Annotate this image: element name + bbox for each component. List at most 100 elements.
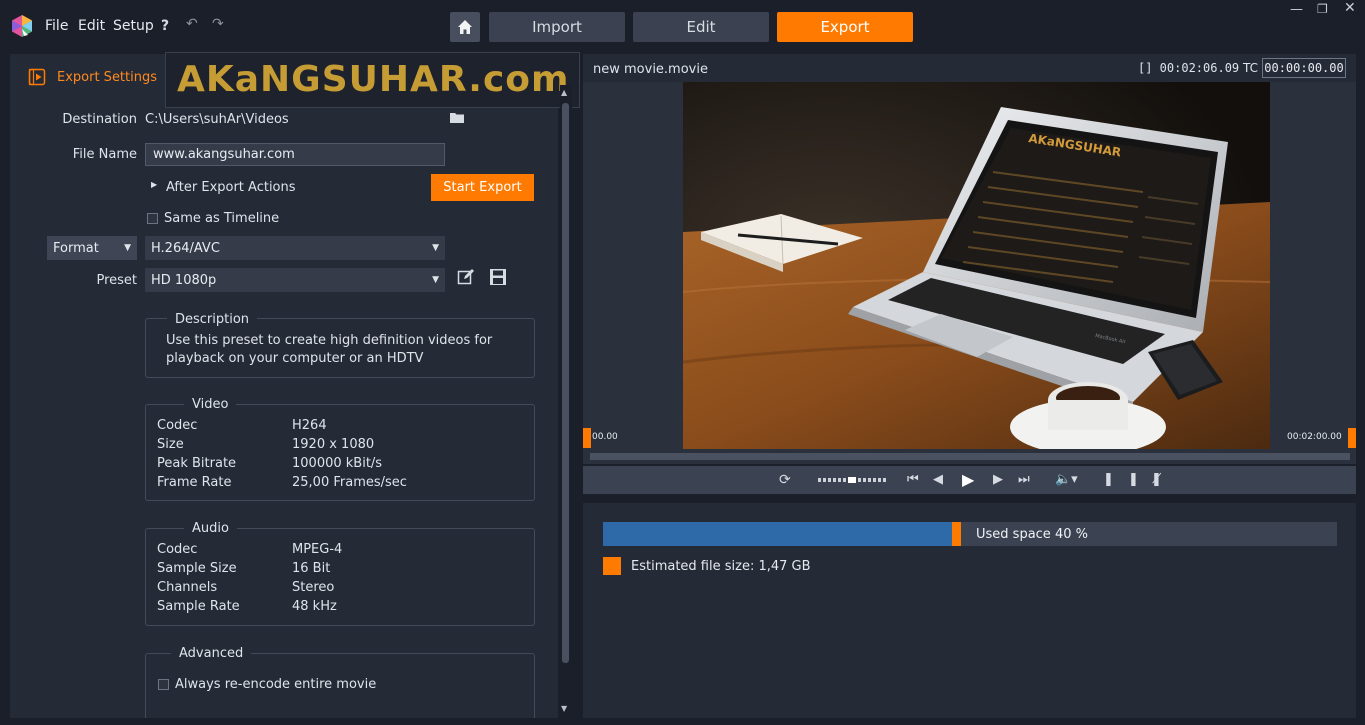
audio-title: Audio [184, 521, 237, 536]
home-icon [458, 20, 472, 34]
after-export-actions[interactable]: After Export Actions [166, 180, 296, 195]
watermark-text: AKaNGSUHAR.com [177, 59, 570, 100]
audio-samplerate-key: Sample Rate [157, 599, 240, 614]
export-settings-title: Export Settings [57, 70, 158, 85]
chevron-down-icon: ▼ [432, 243, 439, 253]
scroll-down-icon[interactable]: ▼ [561, 704, 567, 713]
video-preview: AKaNGSUHAR MacBook Air [683, 82, 1270, 449]
used-space-fill [603, 522, 952, 546]
scrub-start-time: 00.00 [592, 432, 618, 442]
step-back-icon[interactable]: ◀ [933, 472, 946, 487]
tab-import[interactable]: Import [489, 12, 625, 42]
preset-select[interactable]: HD 1080p ▼ [145, 268, 445, 292]
export-settings-icon [28, 68, 46, 86]
audio-keys: Codec Sample Size Channels Sample Rate [157, 540, 240, 616]
shuttle-jog-slider[interactable] [818, 476, 888, 484]
used-space-marker [952, 522, 961, 546]
scrub-end-marker[interactable] [1348, 428, 1356, 448]
folder-icon[interactable] [450, 112, 465, 124]
format-value: H.264/AVC [151, 240, 220, 256]
video-framerate-key: Frame Rate [157, 475, 232, 490]
clear-marks-icon[interactable]: ❚̸ [1151, 472, 1162, 487]
same-as-timeline-checkbox[interactable] [147, 213, 158, 224]
step-forward-icon[interactable]: ▶ [993, 472, 1003, 487]
audio-samplesize-value: 16 Bit [292, 561, 331, 576]
mark-out-icon[interactable]: ❚ [1128, 472, 1139, 487]
home-button[interactable] [450, 12, 480, 42]
left-panel-scrollbar[interactable]: ▲ ▼ [560, 85, 572, 718]
description-line-1: Use this preset to create high definitio… [166, 333, 493, 348]
description-title: Description [167, 312, 258, 327]
video-bitrate-key: Peak Bitrate [157, 456, 237, 471]
video-values: H264 1920 x 1080 100000 kBit/s 25,00 Fra… [292, 416, 407, 492]
movie-duration: [] 00:02:06.09 [1138, 61, 1240, 75]
audio-channels-value: Stereo [292, 580, 335, 595]
expand-arrow-icon[interactable]: ▶ [151, 180, 157, 189]
export-settings-panel: Export Settings Destination C:\Users\suh… [10, 54, 558, 718]
video-size-value: 1920 x 1080 [292, 437, 375, 452]
estimated-file-size: Estimated file size: 1,47 GB [631, 559, 811, 574]
play-icon[interactable]: ▶ [962, 470, 974, 489]
watermark-box: AKaNGSUHAR.com [165, 52, 580, 108]
tab-edit[interactable]: Edit [633, 12, 769, 42]
preview-header: new movie.movie [] 00:02:06.09 TC 00:00:… [583, 54, 1356, 82]
used-space-label: Used space 40 % [976, 527, 1088, 542]
video-codec-value: H264 [292, 418, 327, 433]
edit-preset-icon[interactable] [457, 268, 475, 286]
format-select[interactable]: H.264/AVC ▼ [145, 236, 445, 260]
scrollbar-thumb[interactable] [562, 103, 569, 663]
menu-file[interactable]: File [45, 18, 68, 34]
estimate-swatch [603, 557, 621, 575]
reencode-label: Always re-encode entire movie [175, 677, 377, 692]
loop-icon[interactable]: ⟳ [779, 472, 791, 488]
menu-setup[interactable]: Setup [113, 18, 154, 34]
used-space-bar: Used space 40 % [603, 522, 1337, 546]
audio-samplerate-value: 48 kHz [292, 599, 337, 614]
destination-value[interactable]: C:\Users\suhAr\Videos [145, 112, 289, 127]
video-codec-key: Codec [157, 418, 198, 433]
menu-edit[interactable]: Edit [78, 18, 105, 34]
go-to-end-icon[interactable]: ⏭ [1018, 472, 1030, 487]
same-as-timeline-label: Same as Timeline [164, 211, 280, 226]
chevron-down-icon: ▼ [432, 275, 439, 285]
advanced-title: Advanced [171, 646, 252, 661]
save-preset-icon[interactable] [489, 268, 507, 286]
video-size-key: Size [157, 437, 184, 452]
timeline-scrubber[interactable] [590, 453, 1350, 460]
chevron-down-icon: ▼ [124, 243, 131, 253]
scroll-up-icon[interactable]: ▲ [561, 88, 567, 97]
audio-samplesize-key: Sample Size [157, 561, 237, 576]
redo-icon[interactable]: ↷ [212, 16, 224, 32]
scrub-start-marker[interactable] [583, 428, 591, 448]
filename-input[interactable]: www.akangsuhar.com [145, 143, 445, 166]
video-keys: Codec Size Peak Bitrate Frame Rate [157, 416, 236, 492]
undo-icon[interactable]: ↶ [186, 16, 198, 32]
app-logo-icon [12, 15, 32, 37]
timecode-label: TC [1243, 61, 1259, 75]
maximize-icon[interactable]: ❐ [1317, 2, 1328, 16]
volume-icon[interactable]: 🔈▾ [1055, 472, 1078, 487]
format-label: Format [53, 240, 99, 256]
video-title: Video [184, 397, 237, 412]
audio-channels-key: Channels [157, 580, 218, 595]
timecode-field[interactable]: 00:00:00.00 [1262, 58, 1346, 78]
go-to-start-icon[interactable]: ⏮ [907, 472, 919, 487]
filename-label: File Name [72, 147, 137, 162]
audio-codec-value: MPEG-4 [292, 542, 343, 557]
preset-label: Preset [96, 273, 137, 288]
format-dropdown[interactable]: Format ▼ [47, 236, 137, 260]
mark-in-icon[interactable]: ❚ [1103, 472, 1114, 487]
close-icon[interactable]: ✕ [1344, 0, 1356, 16]
audio-values: MPEG-4 16 Bit Stereo 48 kHz [292, 540, 342, 616]
tab-export[interactable]: Export [777, 12, 913, 42]
start-export-button[interactable]: Start Export [431, 174, 534, 201]
scrub-end-time: 00:02:00.00 [1287, 432, 1342, 442]
minimize-icon[interactable]: — [1290, 2, 1303, 17]
movie-name: new movie.movie [593, 62, 708, 77]
audio-codec-key: Codec [157, 542, 198, 557]
description-line-2: playback on your computer or an HDTV [166, 351, 424, 366]
video-bitrate-value: 100000 kBit/s [292, 456, 383, 471]
destination-label: Destination [62, 112, 137, 127]
help-icon[interactable]: ? [161, 18, 169, 34]
reencode-checkbox[interactable] [158, 679, 169, 690]
